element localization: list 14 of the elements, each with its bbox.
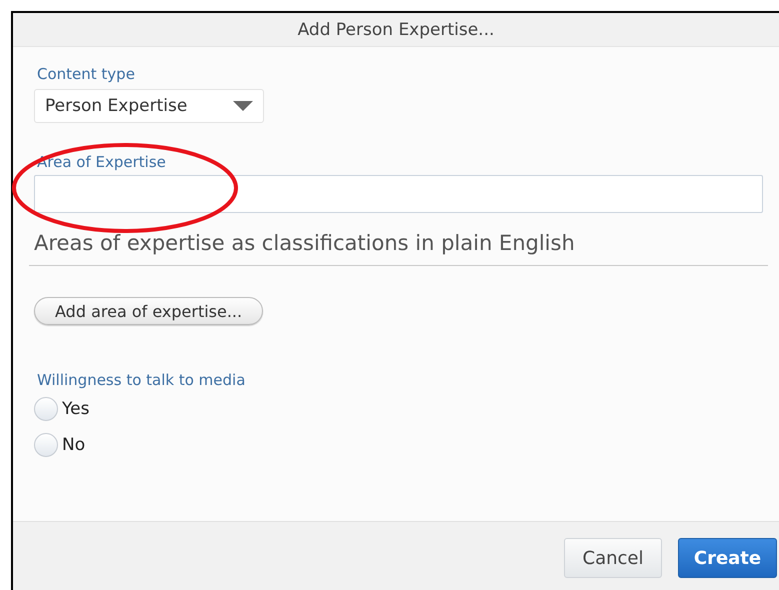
field-label: Content type [37, 65, 135, 83]
input-field[interactable] [34, 175, 763, 213]
section-heading: Areas of expertise as classifications in plain English [34, 231, 575, 255]
add-area-button[interactable]: Add area of expertise... [34, 297, 264, 325]
radio-label: No [62, 435, 86, 455]
content-type-dropdown[interactable]: Person Expertise [34, 89, 264, 123]
radio-button[interactable] [34, 433, 58, 457]
create-button[interactable]: Create [678, 538, 777, 578]
field-label: Willingness to talk to media [37, 371, 246, 389]
radio-label: Yes [62, 399, 90, 419]
window-title: Add Person Expertise... [298, 20, 494, 40]
cancel-button[interactable]: Cancel [564, 538, 662, 578]
radio-button[interactable] [34, 397, 58, 421]
caret-icon [233, 101, 253, 111]
